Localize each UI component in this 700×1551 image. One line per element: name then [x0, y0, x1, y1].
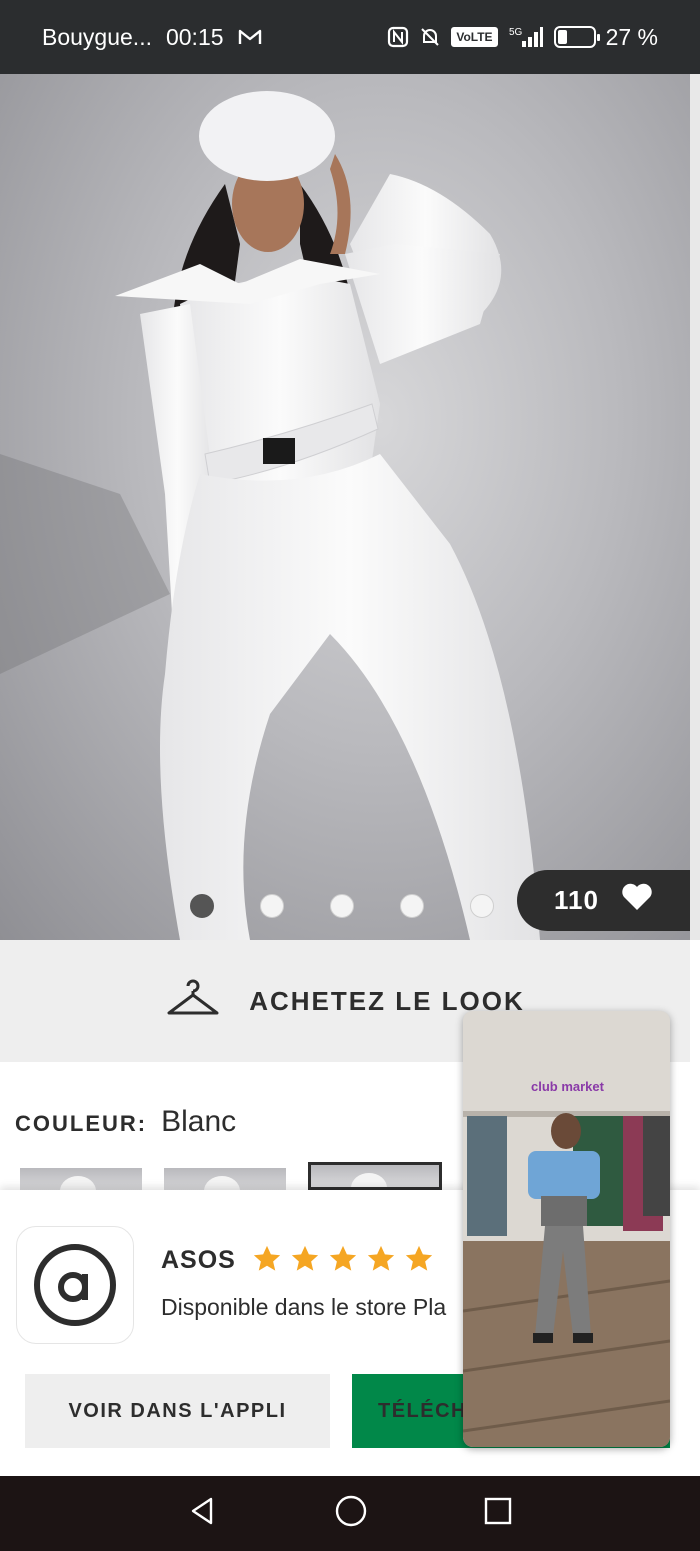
colour-swatches — [20, 1162, 442, 1190]
likes-count: 110 — [554, 885, 599, 915]
colour-swatch-selected[interactable] — [308, 1162, 442, 1190]
asos-logo-icon[interactable] — [16, 1226, 134, 1344]
volte-badge: VoLTE — [451, 27, 498, 47]
recents-icon[interactable] — [483, 1496, 513, 1531]
battery-percent: 27 % — [605, 23, 658, 50]
carousel-dot[interactable] — [330, 894, 354, 918]
hanger-icon — [165, 979, 221, 1024]
carrier-name: Bouygue... — [42, 23, 152, 50]
floating-video-player[interactable]: club market — [463, 1011, 670, 1447]
star-icon — [253, 1245, 281, 1271]
signal-icon: 5G — [508, 25, 544, 49]
star-icon — [405, 1245, 433, 1271]
nfc-icon — [387, 26, 409, 48]
colour-swatch[interactable] — [164, 1168, 286, 1190]
network-label: 5G — [509, 27, 523, 38]
heart-icon — [621, 883, 653, 918]
model-in-white-ski-suit — [0, 91, 540, 940]
star-icon — [291, 1245, 319, 1271]
carousel-dots — [190, 894, 494, 918]
back-icon[interactable] — [187, 1495, 219, 1532]
carousel-dot[interactable] — [400, 894, 424, 918]
app-rating — [252, 1244, 434, 1274]
system-navigation-bar — [0, 1476, 700, 1551]
video-frame: club market — [463, 1011, 670, 1447]
app-name: ASOS — [161, 1246, 236, 1274]
store-sign: club market — [531, 1079, 605, 1094]
carousel-dot[interactable] — [470, 894, 494, 918]
colour-swatch[interactable] — [20, 1168, 142, 1190]
open-in-app-button[interactable]: VOIR DANS L'APPLI — [25, 1374, 330, 1448]
mute-icon — [419, 26, 441, 48]
status-bar: Bouygue... 00:15 VoLTE 5G 27 % — [0, 0, 700, 74]
battery-icon — [553, 26, 600, 48]
scrollbar[interactable] — [690, 74, 700, 940]
mail-icon — [238, 28, 262, 46]
star-icon — [329, 1245, 357, 1271]
star-icon — [367, 1245, 395, 1271]
home-icon[interactable] — [334, 1494, 368, 1533]
clock: 00:15 — [165, 23, 224, 50]
carousel-dot-active[interactable] — [190, 894, 214, 918]
save-button[interactable]: 110 — [517, 870, 690, 931]
battery-level — [557, 30, 567, 44]
colour-label: COULEUR: — [15, 1111, 148, 1136]
product-image[interactable]: 110 — [0, 74, 690, 940]
colour-selector: COULEUR: Blanc — [15, 1105, 236, 1139]
app-subtitle: Disponible dans le store Pla — [161, 1294, 447, 1320]
carousel-dot[interactable] — [260, 894, 284, 918]
colour-value: Blanc — [161, 1105, 237, 1138]
